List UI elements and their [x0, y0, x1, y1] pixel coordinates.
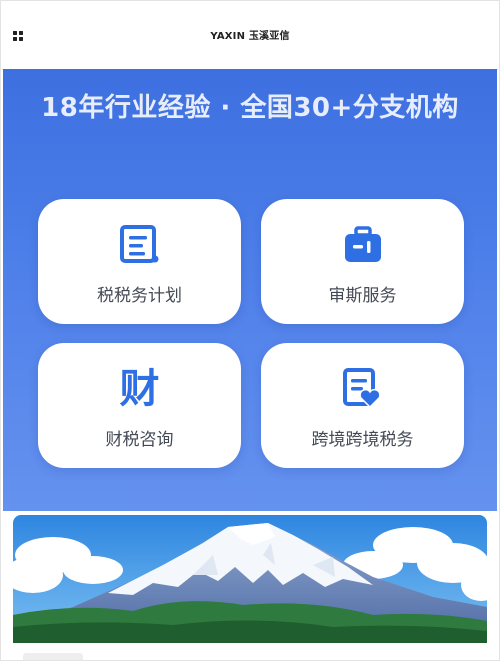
hero-section: 18年行业经验 · 全国30+分支机构 税税务计划 审斯服务 财 财税咨询 跨境… [3, 69, 497, 511]
service-card-tax-planning[interactable]: 税税务计划 [38, 199, 241, 324]
top-navigation-bar: YAXIN 玉溪亚信 [1, 1, 499, 70]
app-frame: YAXIN 玉溪亚信 18年行业经验 · 全国30+分支机构 税税务计划 审斯服… [0, 0, 500, 661]
service-card-cross-border-tax[interactable]: 跨境跨境税务 [261, 343, 464, 468]
hero-title: 18年行业经验 · 全国30+分支机构 [41, 93, 459, 123]
document-heart-icon [261, 367, 464, 411]
service-label: 跨境跨境税务 [311, 430, 414, 450]
section-chip [23, 653, 83, 660]
service-label: 财税咨询 [105, 430, 174, 450]
service-label: 税税务计划 [97, 286, 182, 306]
briefcase-icon [261, 223, 464, 267]
finance-char-icon: 财 [119, 366, 160, 412]
service-card-audit[interactable]: 审斯服务 [261, 199, 464, 324]
service-card-consulting[interactable]: 财 财税咨询 [38, 343, 241, 468]
mountain-landscape-image [13, 515, 487, 643]
document-icon [38, 223, 241, 267]
service-label: 审斯服务 [328, 286, 397, 306]
brand-title[interactable]: YAXIN 玉溪亚信 [1, 27, 499, 42]
